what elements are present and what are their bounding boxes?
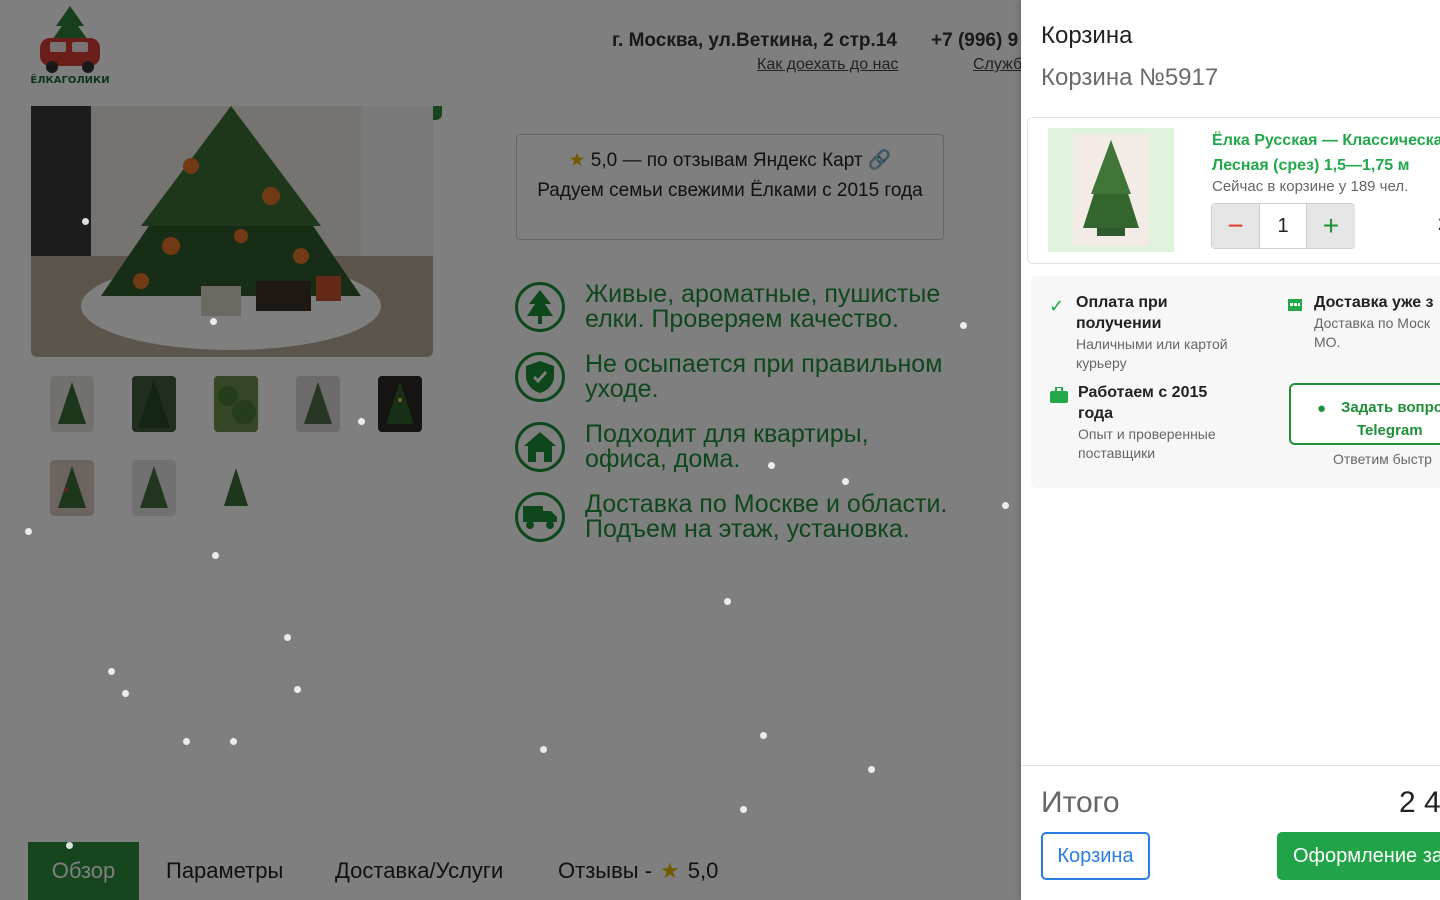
feature-item: Не осыпается при правильном уходе. bbox=[515, 352, 955, 404]
cart-item-popularity: Сейчас в корзине у 189 чел. bbox=[1212, 178, 1409, 195]
directions-link[interactable]: Как доехать до нас bbox=[757, 56, 898, 74]
star-icon: ★ bbox=[568, 150, 586, 171]
cart-title: Корзина bbox=[1041, 22, 1133, 49]
chat-icon: ● bbox=[1317, 400, 1327, 417]
service-link[interactable]: Служб bbox=[973, 56, 1022, 74]
payment-title-line1: Оплата при bbox=[1076, 294, 1168, 311]
feature-text: Живые, ароматные, пушистые елки. Проверя… bbox=[585, 280, 941, 333]
product-thumbnail[interactable] bbox=[132, 376, 176, 432]
checkout-button[interactable]: Оформление за bbox=[1277, 832, 1440, 880]
payment-title-line2: получении bbox=[1076, 315, 1162, 332]
tab-reviews-label: Отзывы - bbox=[558, 858, 653, 883]
tab-reviews[interactable]: Отзывы - ★ 5,0 bbox=[558, 842, 718, 900]
svg-text:ЁЛКАГОЛИКИ: ЁЛКАГОЛИКИ bbox=[30, 72, 109, 86]
tab-params[interactable]: Параметры bbox=[166, 842, 283, 900]
phone-number[interactable]: +7 (996) 9 bbox=[931, 30, 1018, 52]
payment-title: Оплата при получении bbox=[1076, 292, 1168, 334]
shield-check-icon bbox=[515, 352, 565, 402]
rating-tagline: Радуем семьи свежими Ёлками с 2015 года bbox=[537, 180, 923, 201]
product-thumbnail[interactable] bbox=[296, 376, 340, 432]
feature-item: Доставка по Москве и области. Подъем на … bbox=[515, 492, 955, 570]
tab-delivery[interactable]: Доставка/Услуги bbox=[335, 842, 503, 900]
cart-button[interactable]: Корзина bbox=[1041, 832, 1150, 880]
house-icon bbox=[515, 422, 565, 472]
since-text-line2: поставщики bbox=[1078, 445, 1156, 461]
quantity-stepper: − 1 + bbox=[1211, 203, 1355, 249]
product-thumbnail[interactable] bbox=[214, 376, 258, 432]
quantity-increase-button[interactable]: + bbox=[1306, 204, 1355, 248]
divider bbox=[1021, 765, 1440, 766]
check-icon: ✓ bbox=[1049, 296, 1065, 316]
payment-text-line2: курьеру bbox=[1076, 355, 1127, 371]
product-thumbnail[interactable] bbox=[50, 376, 94, 432]
rating-box: ★ 5,0 — по отзывам Яндекс Карт 🔗 Радуем … bbox=[516, 134, 944, 240]
since-text: Опыт и проверенные поставщики bbox=[1078, 425, 1216, 463]
product-thumbnail[interactable] bbox=[214, 460, 258, 516]
quantity-decrease-button[interactable]: − bbox=[1212, 204, 1260, 248]
telegram-button-line2: Telegram bbox=[1357, 422, 1423, 439]
total-value: 2 4 bbox=[1399, 786, 1440, 819]
briefcase-icon bbox=[1050, 386, 1068, 408]
delivery-text-line1: Доставка по Моск bbox=[1314, 315, 1430, 331]
site-logo[interactable]: ЁЛКАГОЛИКИ bbox=[28, 4, 112, 86]
since-title-line2: года bbox=[1078, 405, 1114, 422]
rating-line-row: ★ 5,0 — по отзывам Яндекс Карт 🔗 bbox=[517, 146, 943, 176]
feature-text: Подходит для квартиры, офиса, дома. bbox=[585, 420, 869, 473]
telegram-button-line1: Задать вопро bbox=[1341, 399, 1440, 416]
tree-icon bbox=[515, 282, 565, 332]
since-title-line1: Работаем с 2015 bbox=[1078, 384, 1208, 401]
cart-item: Ёлка Русская — Классическа Лесная (срез)… bbox=[1027, 117, 1440, 264]
rating-line: 5,0 — по отзывам Яндекс Карт bbox=[590, 150, 863, 171]
cart-number: Корзина №5917 bbox=[1041, 64, 1219, 91]
payment-text: Наличными или картой курьеру bbox=[1076, 335, 1228, 373]
feature-text: Не осыпается при правильном уходе. bbox=[585, 350, 943, 403]
total-label: Итого bbox=[1041, 786, 1120, 819]
store-address: г. Москва, ул.Веткина, 2 стр.14 bbox=[612, 30, 897, 51]
cart-item-name[interactable]: Ёлка Русская — Классическа Лесная (срез)… bbox=[1212, 128, 1440, 178]
tab-overview[interactable]: Обзор bbox=[28, 842, 139, 900]
feature-item: Живые, ароматные, пушистые елки. Проверя… bbox=[515, 282, 955, 334]
telegram-ask-button[interactable]: ● Задать вопро Telegram bbox=[1289, 383, 1440, 445]
delivery-text: Доставка по Моск МО. bbox=[1314, 314, 1430, 352]
delivery-title: Доставка уже з bbox=[1314, 294, 1434, 311]
payment-text-line1: Наличными или картой bbox=[1076, 336, 1228, 352]
feature-text: Доставка по Москве и области. Подъем на … bbox=[585, 490, 948, 543]
cart-item-name-line1: Ёлка Русская — Классическа bbox=[1212, 132, 1440, 149]
star-icon: ★ bbox=[660, 858, 680, 883]
telegram-note: Ответим быстр bbox=[1333, 451, 1432, 467]
cart-item-name-line2: Лесная (срез) 1,5—1,75 м bbox=[1212, 157, 1410, 174]
cart-item-image[interactable] bbox=[1048, 128, 1174, 252]
cart-info-box: ✓ Оплата при получении Наличными или кар… bbox=[1031, 276, 1440, 488]
product-main-image[interactable] bbox=[31, 106, 433, 357]
quantity-input[interactable]: 1 bbox=[1260, 204, 1306, 248]
tab-reviews-rating: 5,0 bbox=[687, 858, 719, 883]
product-thumbnail[interactable] bbox=[378, 376, 422, 432]
truck-icon bbox=[515, 492, 565, 542]
product-thumbnail[interactable] bbox=[50, 460, 94, 516]
product-thumbnail[interactable] bbox=[132, 460, 176, 516]
cart-drawer: Корзина Корзина №5917 Ёлка Русская — Кла… bbox=[1021, 0, 1440, 900]
calendar-icon bbox=[1287, 296, 1303, 317]
since-text-line1: Опыт и проверенные bbox=[1078, 426, 1216, 442]
feature-item: Подходит для квартиры, офиса, дома. bbox=[515, 422, 955, 474]
link-icon[interactable]: 🔗 bbox=[868, 150, 892, 171]
delivery-text-line2: МО. bbox=[1314, 334, 1341, 350]
since-title: Работаем с 2015 года bbox=[1078, 382, 1207, 424]
